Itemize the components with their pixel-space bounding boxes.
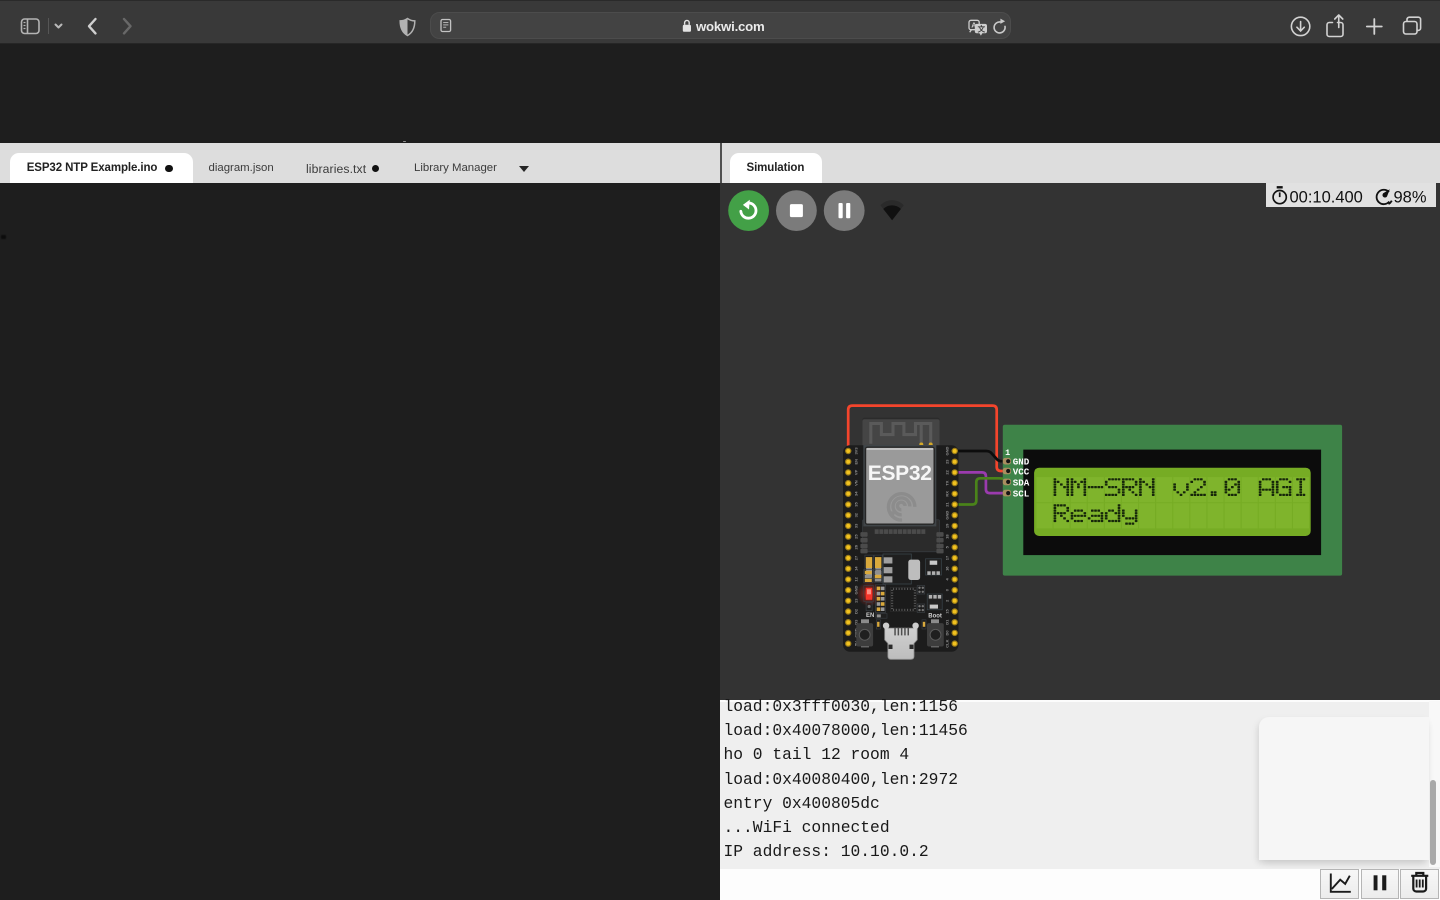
svg-text:GND: GND <box>944 447 949 456</box>
svg-text:RX: RX <box>944 491 949 497</box>
svg-text:1: 1 <box>1005 448 1010 458</box>
svg-text:VCC: VCC <box>1012 467 1029 478</box>
svg-text:文: 文 <box>978 24 986 34</box>
svg-text:35: 35 <box>853 502 858 507</box>
svg-text:VN: VN <box>853 480 858 486</box>
svg-text:27: 27 <box>853 555 858 560</box>
svg-text:33: 33 <box>853 523 858 528</box>
svg-text:14: 14 <box>853 566 858 571</box>
svg-text:26: 26 <box>853 544 858 549</box>
svg-text:SDA: SDA <box>1012 478 1029 489</box>
svg-text:12: 12 <box>853 577 858 582</box>
svg-text:16: 16 <box>944 566 949 571</box>
svg-text:EN: EN <box>866 613 874 619</box>
svg-text:Boot: Boot <box>928 613 942 619</box>
svg-text:wokwi.com: wokwi.com <box>695 19 765 34</box>
svg-text:CLK: CLK <box>944 640 949 648</box>
svg-text:34: 34 <box>853 491 858 496</box>
svg-text:D0: D0 <box>944 630 949 636</box>
svg-text:TX: TX <box>944 480 949 485</box>
svg-text:ESP32: ESP32 <box>867 462 931 485</box>
svg-text:23: 23 <box>944 459 949 464</box>
svg-text:25: 25 <box>853 534 858 539</box>
svg-text:SCL: SCL <box>1012 489 1029 500</box>
svg-text:15: 15 <box>944 609 949 614</box>
svg-text:21: 21 <box>944 502 949 507</box>
svg-text:D1: D1 <box>944 619 949 625</box>
svg-text:D2: D2 <box>853 608 858 614</box>
svg-text:22: 22 <box>944 470 949 475</box>
svg-text:19: 19 <box>944 523 949 528</box>
svg-text:GND: GND <box>944 511 949 520</box>
svg-text:32: 32 <box>853 512 858 517</box>
svg-text:3V3: 3V3 <box>853 447 858 455</box>
svg-text:18: 18 <box>944 534 949 539</box>
svg-text:17: 17 <box>944 555 949 560</box>
svg-text:VP: VP <box>853 470 858 476</box>
svg-text:00:10.400: 00:10.400 <box>1289 188 1362 206</box>
svg-text:98%: 98% <box>1393 188 1426 206</box>
svg-text:EN: EN <box>853 459 858 465</box>
